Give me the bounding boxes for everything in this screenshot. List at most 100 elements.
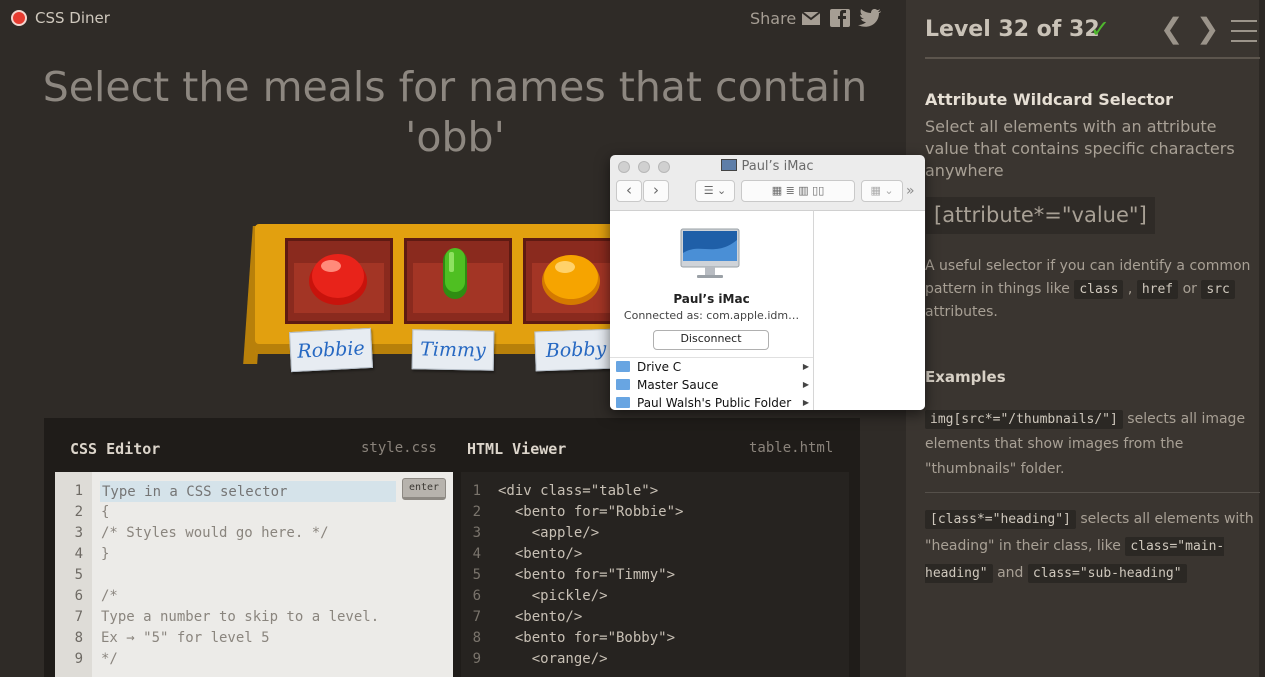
back-button[interactable]: ‹ bbox=[616, 180, 642, 202]
html-code-line[interactable]: <apple/> bbox=[498, 523, 599, 544]
computer-icon bbox=[721, 159, 738, 171]
shared-folder-icon bbox=[616, 361, 630, 372]
nametag-robbie: Robbie bbox=[289, 327, 373, 373]
enter-button[interactable]: enter bbox=[402, 478, 446, 500]
top-bar: CSS Diner Share bbox=[0, 0, 906, 36]
line-number: 9 bbox=[74, 651, 83, 667]
html-viewer: 1 2 3 4 5 6 7 8 9 <div class="table"> <b… bbox=[461, 472, 849, 677]
examples-heading: Examples bbox=[925, 368, 1006, 386]
level-indicator[interactable]: Level 32 of 32 bbox=[925, 17, 1100, 42]
html-code-line[interactable]: <pickle/> bbox=[498, 586, 608, 607]
line-number: 3 bbox=[74, 525, 83, 541]
finder-content: Paul’s iMac Connected as: com.apple.idm…… bbox=[610, 210, 813, 410]
keyword-href: href bbox=[1136, 280, 1179, 299]
line-number: 3 bbox=[472, 525, 481, 541]
forward-button[interactable]: › bbox=[643, 180, 669, 202]
line-number: 9 bbox=[472, 651, 481, 667]
shared-folder-list: Drive C ▶ Master Sauce ▶ Paul Walsh's Publ… bbox=[610, 357, 813, 410]
selector-name: Attribute Wildcard Selector bbox=[925, 90, 1173, 109]
example-text: and bbox=[997, 565, 1024, 581]
shared-folder-icon bbox=[616, 397, 630, 408]
css-code-line: { bbox=[101, 504, 110, 520]
window-title-text: Paul’s iMac bbox=[741, 159, 814, 174]
line-number: 6 bbox=[472, 588, 481, 604]
example-code: [class*="heading"] bbox=[925, 510, 1076, 529]
example-2: [class*="heading"] selects all elements … bbox=[925, 506, 1255, 587]
view-mode-segmented[interactable]: ▦ ≣ ▥ ▯▯ bbox=[741, 180, 855, 202]
line-number: 5 bbox=[472, 567, 481, 583]
description-text: attributes. bbox=[925, 304, 998, 320]
line-number: 1 bbox=[472, 483, 481, 499]
twitter-icon[interactable] bbox=[858, 9, 882, 27]
folder-name: Paul Walsh's Public Folder bbox=[637, 396, 792, 410]
folder-name: Drive C bbox=[637, 360, 682, 374]
sidebar-scrollbar[interactable] bbox=[1259, 0, 1265, 677]
line-number: 1 bbox=[74, 483, 83, 499]
shared-folder-icon bbox=[616, 379, 630, 390]
menu-icon[interactable] bbox=[1231, 20, 1257, 42]
html-code-line[interactable]: <bento for="Robbie"> bbox=[498, 502, 684, 523]
html-file-name: table.html bbox=[749, 440, 834, 456]
folder-name: Master Sauce bbox=[637, 378, 719, 392]
css-selector-input[interactable] bbox=[100, 481, 396, 502]
arrange-menu-button[interactable]: ☰ ⌄ bbox=[695, 180, 735, 202]
html-code-line[interactable]: <orange/> bbox=[498, 649, 608, 670]
logo-icon bbox=[11, 10, 27, 26]
list-item[interactable]: Drive C ▶ bbox=[610, 358, 813, 376]
line-number: 8 bbox=[472, 630, 481, 646]
finder-preview-column bbox=[813, 210, 925, 410]
connection-status: Connected as: com.apple.idm… bbox=[623, 309, 800, 322]
line-number: 7 bbox=[74, 609, 83, 625]
html-code-line[interactable]: <bento for="Timmy"> bbox=[498, 565, 675, 586]
html-code-line[interactable]: <bento for="Bobby"> bbox=[498, 628, 675, 649]
finder-window: Paul’s iMac ‹ › ☰ ⌄ ▦ ≣ ▥ ▯▯ ▦ ⌄ » Paul’… bbox=[610, 155, 925, 410]
orange-food[interactable] bbox=[540, 250, 602, 306]
css-code-line: Ex → "5" for level 5 bbox=[101, 630, 270, 646]
disconnect-button[interactable]: Disconnect bbox=[653, 330, 769, 350]
selector-syntax: [attribute*="value"] bbox=[926, 197, 1155, 234]
html-code-line[interactable]: <bento/> bbox=[498, 607, 582, 628]
line-number: 2 bbox=[74, 504, 83, 520]
nametag-bobby: Bobby bbox=[534, 328, 618, 372]
share-label: Share bbox=[750, 9, 797, 28]
list-item[interactable]: Paul Walsh's Public Folder ▶ bbox=[610, 394, 813, 410]
keyword-src: src bbox=[1201, 280, 1235, 299]
css-code-line: } bbox=[101, 546, 110, 562]
line-number: 4 bbox=[74, 546, 83, 562]
html-code-line[interactable]: <div class="table"> bbox=[498, 481, 658, 502]
more-toolbar-icon[interactable]: » bbox=[906, 183, 915, 199]
selector-summary: Select all elements with an attribute va… bbox=[925, 117, 1235, 180]
disclosure-arrow-icon: ▶ bbox=[802, 362, 809, 371]
imac-icon bbox=[680, 228, 740, 278]
html-code-line[interactable]: <bento/> bbox=[498, 544, 582, 565]
window-title: Paul’s iMac bbox=[610, 159, 925, 174]
previous-level-icon[interactable]: ❮ bbox=[1160, 14, 1183, 44]
css-editor: 1 2 3 4 5 6 7 8 9 enter { /* Styles woul… bbox=[55, 472, 453, 677]
line-number: 8 bbox=[74, 630, 83, 646]
line-number: 4 bbox=[472, 546, 481, 562]
css-code-line: Type a number to skip to a level. bbox=[101, 609, 380, 625]
level-instruction: Select the meals for names that contain … bbox=[42, 63, 868, 161]
app-title[interactable]: CSS Diner bbox=[35, 9, 110, 27]
nametag-timmy: Timmy bbox=[411, 329, 495, 371]
next-level-icon[interactable]: ❯ bbox=[1196, 14, 1219, 44]
disclosure-arrow-icon: ▶ bbox=[802, 398, 809, 407]
css-code-line: /* bbox=[101, 588, 118, 604]
line-number: 6 bbox=[74, 588, 83, 604]
email-icon[interactable] bbox=[801, 9, 821, 27]
css-file-name: style.css bbox=[361, 440, 437, 456]
apple-food[interactable] bbox=[307, 248, 369, 306]
example-code: img[src*="/thumbnails/"] bbox=[925, 410, 1123, 429]
list-item[interactable]: Master Sauce ▶ bbox=[610, 376, 813, 394]
html-viewer-title: HTML Viewer bbox=[467, 440, 567, 458]
pickle-food[interactable] bbox=[440, 246, 470, 302]
line-number: 5 bbox=[74, 567, 83, 583]
facebook-icon[interactable] bbox=[830, 9, 850, 27]
group-menu-button[interactable]: ▦ ⌄ bbox=[861, 180, 903, 202]
checkmark-icon: ✓ bbox=[1090, 15, 1111, 43]
css-editor-title: CSS Editor bbox=[70, 440, 161, 458]
line-number: 2 bbox=[472, 504, 481, 520]
css-code-line: */ bbox=[101, 651, 118, 667]
disclosure-arrow-icon: ▶ bbox=[802, 380, 809, 389]
line-number: 7 bbox=[472, 609, 481, 625]
